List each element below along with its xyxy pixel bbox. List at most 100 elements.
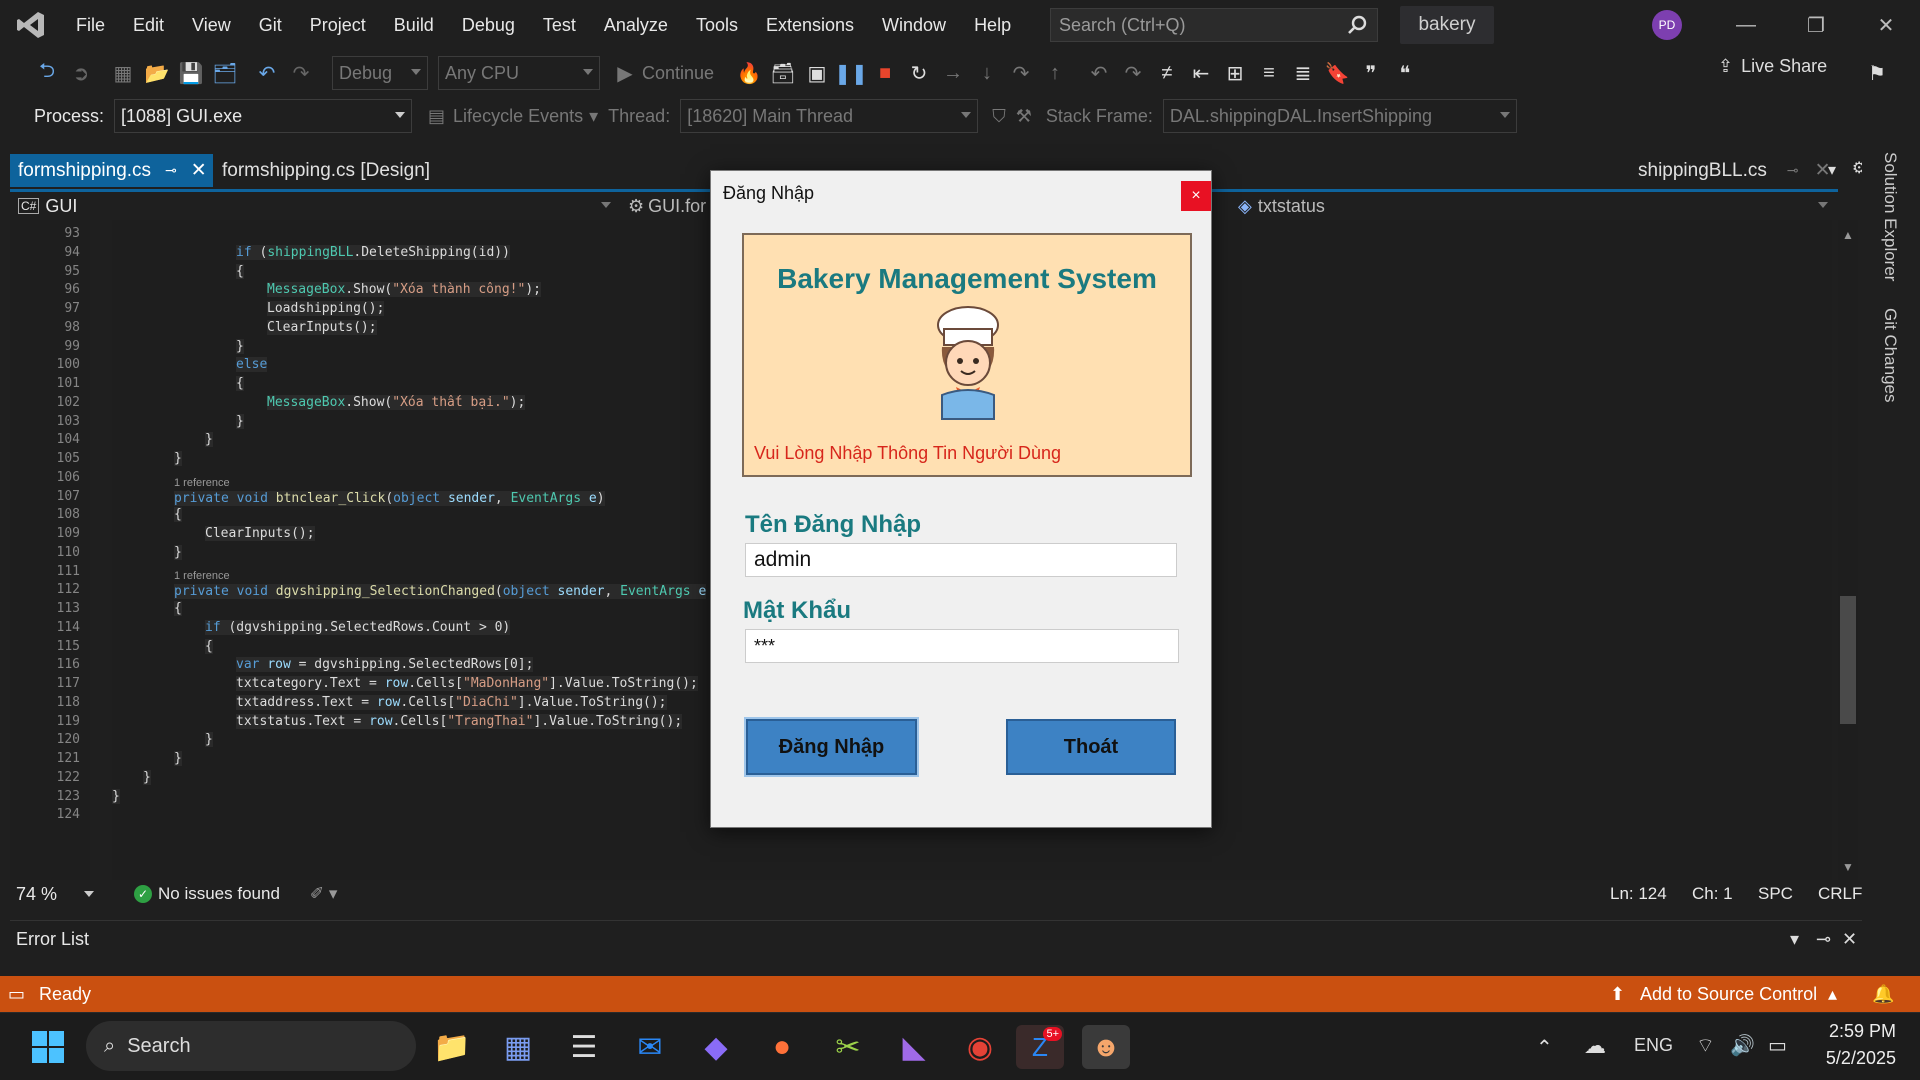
git-changes-tab[interactable]: Git Changes <box>1880 308 1900 403</box>
menu-view[interactable]: View <box>178 0 245 50</box>
sublime-icon[interactable]: ☰ <box>560 1025 608 1069</box>
pause-icon[interactable]: ❚❚ <box>834 56 868 90</box>
menu-debug[interactable]: Debug <box>448 0 529 50</box>
filter-icon[interactable]: ⛉ <box>992 106 1006 127</box>
continue-play-icon[interactable]: ▶ <box>608 56 642 90</box>
login-button[interactable]: Đăng Nhập <box>746 719 917 775</box>
onedrive-cloud-icon[interactable]: ☁ <box>1584 1033 1606 1059</box>
pin-icon[interactable]: ⊸ <box>1816 929 1831 950</box>
lifecycle-events-button[interactable]: Lifecycle Events <box>453 106 583 127</box>
clock[interactable]: 2:59 PM 5/2/2025 <box>1822 1021 1896 1069</box>
flag-threads-icon[interactable]: ⚒ <box>1016 106 1032 127</box>
live-share-button[interactable]: ⇪ Live Share <box>1718 56 1827 77</box>
column-indicator[interactable]: Ch: 1 <box>1692 884 1733 904</box>
navigate-back-icon[interactable]: ⮌ <box>30 56 64 90</box>
copilot-icon[interactable]: ◆ <box>692 1025 740 1069</box>
solution-configuration-select[interactable]: Debug <box>332 56 428 90</box>
volume-icon[interactable]: 🔊 <box>1730 1033 1755 1058</box>
tab-list-chevron-down-icon[interactable]: ▾ <box>1828 160 1836 180</box>
menu-project[interactable]: Project <box>296 0 380 50</box>
codelens-reference[interactable]: 1 reference <box>174 570 230 582</box>
zoom-select[interactable]: 74 % <box>10 881 100 907</box>
menu-file[interactable]: File <box>62 0 119 50</box>
process-select[interactable]: [1088] GUI.exe <box>114 99 413 133</box>
continue-button[interactable]: Continue <box>642 63 732 84</box>
bookmark-icon[interactable]: 🔖 <box>1320 56 1354 90</box>
new-project-icon[interactable]: ▦ <box>106 56 140 90</box>
notification-bell-icon[interactable]: 🔔 <box>1872 984 1894 1005</box>
chevron-up-icon[interactable]: ⌃ <box>1536 1035 1553 1060</box>
taskbar-search[interactable]: ⌕ Search <box>86 1021 416 1071</box>
codelens-reference[interactable]: 1 reference <box>174 477 230 489</box>
scroll-down-icon[interactable]: ▼ <box>1842 860 1854 874</box>
thread-select[interactable]: [18620] Main Thread <box>680 99 979 133</box>
menu-analyze[interactable]: Analyze <box>590 0 682 50</box>
language-indicator[interactable]: ENG <box>1634 1035 1673 1056</box>
username-field[interactable]: admin <box>745 543 1177 577</box>
pin-icon[interactable]: ⊸ <box>165 162 177 179</box>
show-next-statement-icon[interactable]: → <box>936 56 970 90</box>
tab-formshipping-design[interactable]: formshipping.cs [Design] <box>222 154 430 187</box>
step-into-icon[interactable]: ↓ <box>970 56 1004 90</box>
vertical-scrollbar[interactable]: ▲ ▼ <box>1838 220 1858 880</box>
comment-icon[interactable]: ❞ <box>1354 56 1388 90</box>
solution-explorer-tab[interactable]: Solution Explorer <box>1880 152 1900 281</box>
battery-icon[interactable]: ▭ <box>1768 1033 1787 1058</box>
menu-tools[interactable]: Tools <box>682 0 752 50</box>
menu-extensions[interactable]: Extensions <box>752 0 868 50</box>
solution-name[interactable]: bakery <box>1400 6 1494 44</box>
firefox-icon[interactable]: ● <box>758 1025 806 1069</box>
save-icon[interactable]: 💾 <box>174 56 208 90</box>
wifi-icon[interactable]: ⌔ <box>1696 1033 1715 1058</box>
task-view-icon[interactable]: ▦ <box>494 1025 542 1069</box>
visual-studio-icon[interactable]: ◣ <box>890 1025 938 1069</box>
hot-reload-icon[interactable]: 🔥 <box>732 56 766 90</box>
bakery-app-icon[interactable]: ☻ <box>1082 1025 1130 1069</box>
feedback-icon[interactable]: ⚑ <box>1860 56 1894 90</box>
menu-help[interactable]: Help <box>960 0 1025 50</box>
screenshot-icon[interactable]: ▣ <box>800 56 834 90</box>
step-over-icon[interactable]: ↷ <box>1004 56 1038 90</box>
error-list-title[interactable]: Error List <box>16 929 89 950</box>
issues-status[interactable]: No issues found <box>158 884 280 904</box>
step-out-icon[interactable]: ↑ <box>1038 56 1072 90</box>
restart-icon[interactable]: ↻ <box>902 56 936 90</box>
stop-icon[interactable]: ■ <box>868 56 902 90</box>
project-select[interactable]: C# GUI <box>12 192 617 220</box>
uncomment-icon[interactable]: ❝ <box>1388 56 1422 90</box>
scroll-up-icon[interactable]: ▲ <box>1842 228 1854 242</box>
scrollbar-thumb[interactable] <box>1840 596 1856 724</box>
pin-icon[interactable]: ⊸ <box>1787 162 1799 179</box>
tab-formshipping-cs[interactable]: formshipping.cs ⊸ ✕ <box>10 154 213 187</box>
password-field[interactable]: *** <box>745 629 1179 663</box>
format-icon[interactable]: ⊞ <box>1218 56 1252 90</box>
stack-frame-select[interactable]: DAL.shippingDAL.InsertShipping <box>1162 99 1517 133</box>
menu-git[interactable]: Git <box>245 0 296 50</box>
chrome-icon[interactable]: ◉ <box>956 1025 1004 1069</box>
member-select[interactable]: ◈ txtstatus <box>1232 192 1834 220</box>
messenger-icon[interactable]: ✉ <box>626 1025 674 1069</box>
dialog-close-button[interactable]: × <box>1181 181 1211 211</box>
avatar[interactable]: PD <box>1652 10 1682 40</box>
add-to-source-control-button[interactable]: Add to Source Control <box>1640 984 1817 1005</box>
diagnostic-icon[interactable]: 🗃 <box>766 56 800 90</box>
line-indicator[interactable]: Ln: 124 <box>1610 884 1667 904</box>
close-tab-icon[interactable]: ✕ <box>191 159 207 182</box>
menu-window[interactable]: Window <box>868 0 960 50</box>
search-box[interactable]: Search (Ctrl+Q) <box>1050 8 1378 42</box>
exit-button[interactable]: Thoát <box>1006 719 1176 775</box>
menu-edit[interactable]: Edit <box>119 0 178 50</box>
line-ending-indicator[interactable]: CRLF <box>1818 884 1862 904</box>
panel-chevron-down-icon[interactable]: ▾ <box>1790 929 1799 950</box>
code-cleanup-icon[interactable]: ✐ ▾ <box>310 884 338 904</box>
open-folder-icon[interactable]: 📂 <box>140 56 174 90</box>
close-panel-icon[interactable]: ✕ <box>1842 929 1857 950</box>
navigate-forward-icon[interactable]: ➲ <box>64 56 98 90</box>
undo-navigation-icon[interactable]: ↶ <box>1082 56 1116 90</box>
breakpoints-icon[interactable]: ≠ <box>1150 56 1184 90</box>
menu-build[interactable]: Build <box>380 0 448 50</box>
solution-platform-select[interactable]: Any CPU <box>438 56 600 90</box>
redo-icon[interactable]: ↷ <box>284 56 318 90</box>
snipping-tool-icon[interactable]: ✂ <box>824 1025 872 1069</box>
align-icon[interactable]: ⇤ <box>1184 56 1218 90</box>
